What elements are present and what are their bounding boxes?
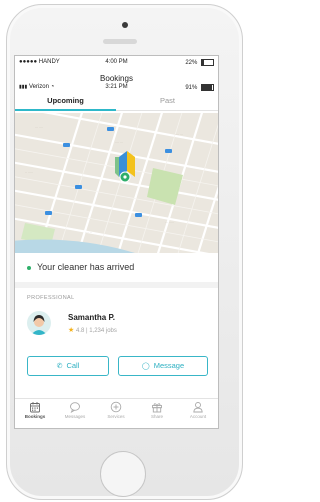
nav-services[interactable]: Services: [96, 401, 136, 419]
nav-messages[interactable]: Messages: [55, 401, 95, 419]
avatar-image: [27, 311, 51, 335]
page-title: Bookings: [100, 74, 133, 83]
svg-text:···· ··: ···· ··: [85, 230, 92, 234]
calendar-icon: [30, 402, 40, 413]
battery-percent: 22%: [185, 60, 198, 67]
svg-text:···· ···: ···· ···: [175, 132, 183, 136]
nav-account-label: Account: [189, 414, 207, 419]
inner-battery-icon: [201, 84, 214, 91]
chat-icon: [70, 402, 80, 413]
nav-messages-label: Messages: [64, 414, 86, 419]
chat-bubble-icon: ◯: [141, 363, 150, 370]
home-button[interactable]: [100, 451, 146, 497]
plus-circle-icon: [110, 401, 122, 413]
nav-bookings-label: Bookings: [24, 414, 46, 419]
phone-icon: ✆: [56, 363, 63, 370]
inner-battery: 91%: [185, 84, 214, 91]
person-icon: [193, 402, 203, 413]
tab-active-indicator: [15, 109, 116, 111]
nav-bookings[interactable]: Bookings: [15, 401, 55, 419]
professional-section-label: PROFESSIONAL: [27, 295, 75, 301]
professional-name[interactable]: Samantha P.: [68, 313, 115, 322]
rating-value: 4.8: [75, 328, 85, 334]
battery-indicator: 22%: [185, 59, 214, 66]
professional-rating: ★ 4.8 | 1,234 jobs: [68, 327, 117, 334]
bottom-nav: Bookings Messages Services Share Account: [15, 398, 218, 428]
svg-text:··· ·····: ··· ·····: [165, 220, 174, 224]
message-label: Message: [153, 361, 185, 370]
nav-account[interactable]: Account: [178, 401, 218, 419]
nav-share-label: Share: [150, 414, 163, 419]
nav-services-label: Services: [107, 414, 125, 419]
booking-tabs: Upcoming Past: [15, 94, 218, 111]
star-icon: ★: [68, 327, 75, 334]
jobs-count: 1,234 jobs: [89, 328, 117, 334]
status-bar-inner: ▮▮▮ Verizon ◔ 3:21 PM 91%: [15, 83, 218, 93]
arrival-status-text: Your cleaner has arrived: [37, 262, 135, 272]
map-graphic: ··· ···· ···· ··· ···· ··· ·· ····· ··· …: [15, 113, 218, 253]
status-dot: [27, 266, 31, 270]
gift-icon: [152, 403, 162, 413]
status-bar-top: ●●●●● HANDY 4:00 PM 22%: [15, 58, 218, 68]
call-button[interactable]: ✆ Call: [27, 356, 109, 376]
inner-battery-percent: 91%: [185, 85, 198, 92]
svg-text:··· ····: ··· ····: [35, 125, 43, 129]
call-label: Call: [66, 361, 80, 370]
battery-icon: [201, 59, 214, 66]
svg-text:···· ···: ···· ···: [115, 140, 123, 144]
speaker-grille: [103, 39, 137, 44]
map-view[interactable]: ··· ···· ···· ··· ···· ··· ·· ····· ··· …: [15, 113, 218, 253]
front-camera: [122, 22, 128, 28]
section-divider: [15, 282, 218, 288]
message-button[interactable]: ◯ Message: [118, 356, 208, 376]
tab-past[interactable]: Past: [117, 94, 218, 108]
arrival-status: Your cleaner has arrived: [15, 259, 218, 279]
tab-upcoming[interactable]: Upcoming: [15, 94, 116, 108]
svg-text:·· ·····: ·· ·····: [25, 170, 33, 174]
avatar[interactable]: [27, 311, 51, 335]
nav-share[interactable]: Share: [137, 401, 177, 419]
app-screen: ●●●●● HANDY 4:00 PM 22% Bookings ▮▮▮ Ver…: [15, 56, 218, 428]
